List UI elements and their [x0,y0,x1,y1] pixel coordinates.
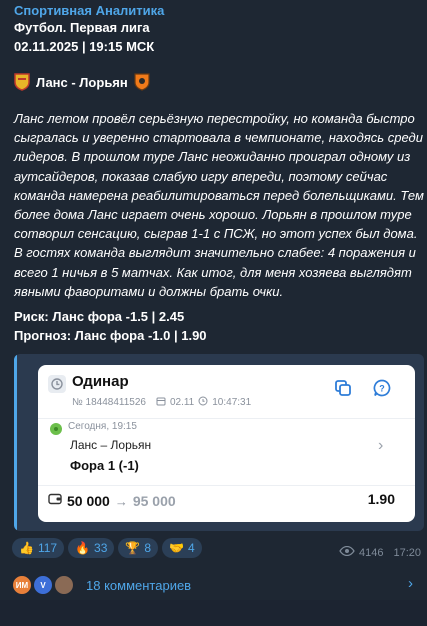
event-time: Сегодня, 19:15 [68,421,137,432]
avatar: ИМ [12,575,32,595]
analysis-text: Ланс летом провёл серьёзную перестройку,… [14,111,424,299]
match-title: Ланс - Лорьян [36,74,128,90]
message-time: 17:20 [393,546,421,559]
chevron-right-icon: › [408,575,413,592]
reaction-count: 8 [144,541,152,555]
message-bubble: Спортивная Аналитика Футбол. Первая лига… [0,0,427,600]
reactions-bar: 👍 117 🔥 33 🏆 8 🤝 4 [12,538,202,558]
time-icon [198,396,208,409]
comments-row[interactable]: ИМ V 18 комментариев › [0,570,427,600]
arrow-right-icon: → [114,493,128,509]
eye-icon [339,545,355,559]
stake-amount: 50 000 [67,493,110,509]
coupon-preview[interactable]: Одинар № 18448411526 02.11 10:47:31 ? Се… [14,354,424,531]
coupon-title: Одинар [72,373,129,390]
risk-line: Риск: Ланс фора -1.5 | 2.45 [14,309,185,324]
chevron-right-icon[interactable]: › [378,437,383,455]
help-icon[interactable]: ? [371,377,393,399]
avatar [54,575,74,595]
message-meta: 4146 17:20 [339,545,421,559]
trophy-icon: 🏆 [125,541,141,555]
svg-text:?: ? [379,384,385,394]
card-divider [38,418,415,419]
datetime-line: 02.11.2025 | 19:15 МСК [14,39,155,54]
reaction-count: 117 [37,541,58,555]
reaction-count: 33 [94,541,108,555]
thumbs-up-icon: 👍 [19,541,34,555]
coupon-meta: № 18448411526 02.11 10:47:31 [72,396,251,409]
forecast-line: Прогноз: Ланс фора -1.0 | 1.90 [14,328,207,343]
calendar-icon [156,396,166,409]
league-line: Футбол. Первая лига [14,20,150,35]
handshake-icon: 🤝 [169,541,184,555]
reaction-trophy[interactable]: 🏆 8 [118,538,159,558]
reaction-thumbs-up[interactable]: 👍 117 [12,538,65,558]
copy-icon[interactable] [332,377,354,399]
reaction-handshake[interactable]: 🤝 4 [162,538,202,558]
bet-coupon-card: Одинар № 18448411526 02.11 10:47:31 ? Се… [38,365,415,522]
lorient-crest-icon [134,73,150,91]
preview-accent-bar [14,354,17,531]
channel-name[interactable]: Спортивная Аналитика [14,3,164,18]
comments-label: 18 комментариев [86,578,192,593]
match-line: Ланс - Лорьян [14,72,150,92]
payout-amount: 95 000 [132,493,176,509]
reaction-count: 4 [188,541,195,555]
odds-value: 1.90 [367,491,395,507]
coupon-number: № 18448411526 [72,397,146,408]
coupon-date: 02.11 [169,397,195,408]
views-count: 4146 [358,546,384,559]
card-divider [38,485,415,486]
coupon-time: 10:47:31 [212,397,252,408]
fire-icon: 🔥 [75,541,91,555]
reaction-fire[interactable]: 🔥 33 [68,538,115,558]
stake-row: 50 000 → 95 000 [48,491,176,511]
lens-crest-icon [14,73,30,91]
clock-badge-icon [48,375,66,393]
event-teams: Ланс – Лорьян [70,438,152,452]
event-bet: Фора 1 (-1) [70,458,139,473]
football-icon [49,422,63,441]
avatar: V [33,575,53,595]
wallet-icon [48,492,62,510]
